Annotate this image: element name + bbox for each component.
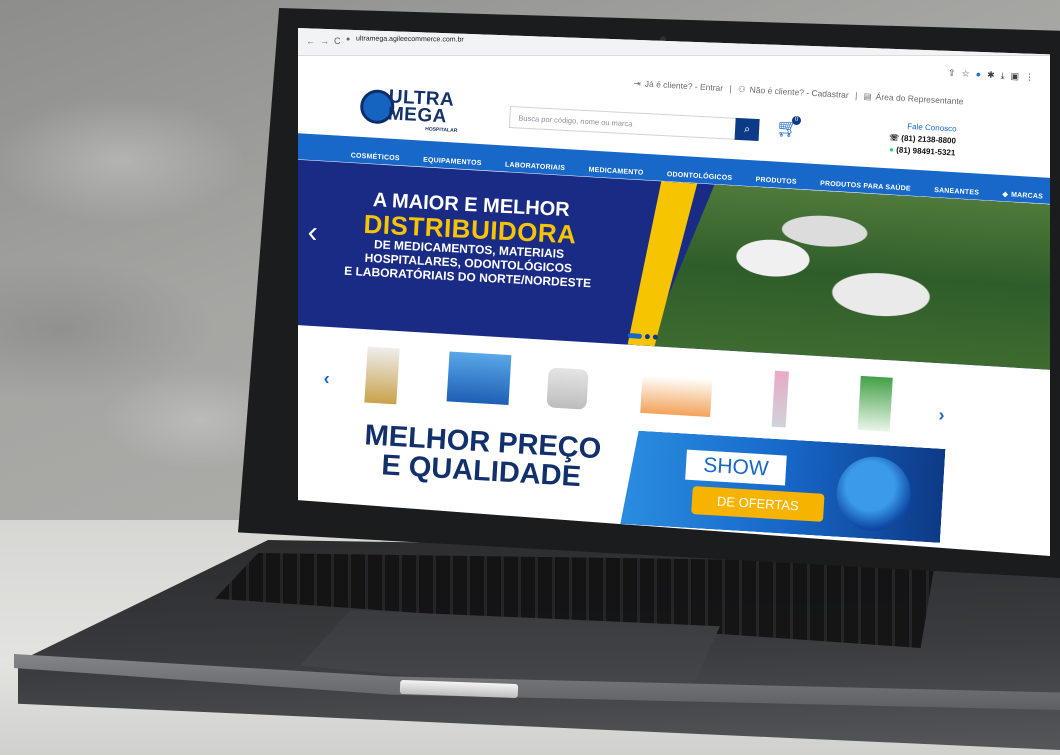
phone-icon: ☏ (888, 132, 902, 143)
carousel-dot[interactable] (627, 333, 643, 339)
carousel-dot[interactable] (652, 334, 659, 340)
promo-headline: MELHOR PREÇO E QUALIDADE (363, 419, 603, 494)
search-icon: ⌕ (743, 123, 751, 136)
menu-icon[interactable]: ⋮ (1025, 72, 1041, 83)
login-link[interactable]: Já é cliente? - Entrar (645, 79, 724, 93)
product-image[interactable] (857, 375, 893, 432)
browser-extension-icons[interactable]: ⇪☆●✱⤓▣⋮ (948, 68, 1041, 84)
show-label: SHOW (685, 450, 787, 486)
product-image[interactable] (640, 374, 713, 418)
back-button[interactable]: ← (306, 36, 315, 46)
separator: | (854, 90, 858, 101)
search-button[interactable]: ⌕ (734, 117, 760, 142)
logo-subtitle: HOSPITALAR (424, 126, 458, 134)
contact-block: Fale Conosco ☏ (81) 2138-8800 ● (81) 984… (888, 120, 957, 159)
product-image[interactable] (546, 367, 589, 410)
category-item[interactable]: EQUIPAMENTOS (423, 157, 482, 167)
puzzle-icon[interactable]: ✱ (987, 70, 1001, 81)
warehouse-photo (648, 181, 1050, 370)
banner-prev-arrow-icon[interactable]: ‹ (307, 216, 319, 251)
address-bar[interactable]: ultramega.agileecommerce.com.br (356, 35, 464, 43)
account-links: ⇥ Já é cliente? - Entrar | ⚇ Não é cliente… (633, 78, 967, 108)
product-image[interactable] (771, 370, 789, 428)
whatsapp-number[interactable]: (81) 98491-5321 (896, 145, 956, 157)
banner-headline: A MAIOR E MELHOR DISTRIBUIDORA DE MEDICA… (343, 189, 592, 291)
carousel-dots[interactable] (627, 325, 661, 345)
lock-icon: ● (346, 36, 351, 43)
logo-wordmark: ULTRA MEGA (387, 86, 455, 128)
category-item[interactable]: MEDICAMENTO (588, 166, 643, 176)
register-link[interactable]: Não é cliente? - Cadastrar (749, 84, 849, 100)
category-item[interactable]: LABORATORIAIS (505, 162, 566, 173)
reload-button[interactable]: C (334, 36, 341, 46)
share-icon[interactable]: ⇪ (948, 68, 962, 79)
phone-number[interactable]: (81) 2138-8800 (901, 134, 956, 146)
products-next-arrow-icon[interactable]: › (938, 405, 945, 426)
forward-button[interactable]: → (320, 36, 329, 46)
star-icon[interactable]: ☆ (961, 68, 976, 79)
representative-link[interactable]: Área do Representante (875, 92, 963, 107)
category-item[interactable]: ODONTOLÓGICOS (667, 171, 733, 182)
products-prev-arrow-icon[interactable]: ‹ (323, 368, 330, 389)
carousel-dot[interactable] (644, 334, 651, 340)
separator: | (729, 83, 733, 94)
extension-icon[interactable]: ● (975, 69, 987, 80)
category-item[interactable]: SANEANTES (934, 187, 979, 197)
product-image[interactable] (364, 346, 400, 405)
category-item-marcas[interactable]: MARCAS (1011, 192, 1043, 201)
login-icon: ⇥ (633, 78, 642, 89)
offers-banner[interactable]: SHOW DE OFERTAS (620, 430, 945, 543)
site-logo[interactable]: ULTRA MEGA HOSPITALAR (359, 86, 481, 139)
search-box[interactable]: Busca por código, nome ou marca ⌕ (508, 106, 760, 142)
user-icon: ⚇ (737, 83, 746, 95)
category-item[interactable]: PRODUTOS (755, 176, 796, 185)
tag-icon: ◆ (1002, 191, 1009, 199)
laptop-screen: ← → C ● ultramega.agileecommerce.com.br … (298, 28, 1050, 556)
download-icon[interactable]: ⤓ (1000, 70, 1010, 81)
product-image[interactable] (446, 351, 512, 406)
category-item[interactable]: COSMÉTICOS (351, 152, 400, 162)
sidepanel-icon[interactable]: ▣ (1010, 71, 1025, 82)
briefcase-icon: ▤ (863, 90, 873, 102)
cart-count-badge: 0 (792, 116, 801, 125)
search-input[interactable]: Busca por código, nome ou marca (518, 113, 633, 128)
